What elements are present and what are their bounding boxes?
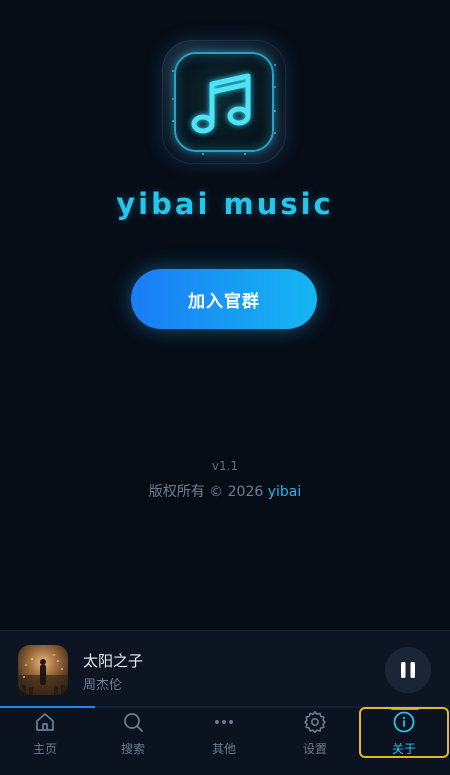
join-official-group-button[interactable]: 加入官群 xyxy=(131,269,317,329)
nav-label-settings: 设置 xyxy=(302,742,327,756)
app-logo xyxy=(162,40,286,164)
bottom-nav: 主页 搜索 其他 设置 关于 xyxy=(0,707,450,775)
gear-icon xyxy=(304,710,326,733)
album-cover[interactable] xyxy=(18,645,68,695)
nav-label-home: 主页 xyxy=(32,742,57,756)
app-title: yibai music xyxy=(116,187,334,221)
nav-item-home[interactable]: 主页 xyxy=(0,708,90,768)
more-icon xyxy=(215,720,233,724)
song-artist: 周杰伦 xyxy=(83,678,123,693)
logo-inner-frame xyxy=(174,52,274,152)
nav-item-other[interactable]: 其他 xyxy=(179,708,269,768)
info-icon xyxy=(393,711,415,733)
mini-player[interactable]: 太阳之子 周杰伦 xyxy=(0,630,450,709)
copyright-prefix: 版权所有 © 2026 xyxy=(148,484,264,500)
album-art-image xyxy=(18,654,68,695)
about-screen: yibai music 加入官群 v1.1 版权所有 © 2026 yibai xyxy=(0,0,450,775)
copyright-author-link[interactable]: yibai xyxy=(268,484,302,500)
music-note-icon xyxy=(191,73,251,134)
nav-item-search[interactable]: 搜索 xyxy=(88,708,178,768)
pause-button[interactable] xyxy=(385,647,431,693)
song-title[interactable]: 太阳之子 xyxy=(83,650,143,671)
nav-item-settings[interactable]: 设置 xyxy=(270,708,360,768)
nav-label-other: 其他 xyxy=(211,742,236,756)
nav-item-about[interactable]: 关于 xyxy=(359,707,449,758)
pause-icon xyxy=(401,662,415,678)
search-icon xyxy=(124,713,143,732)
home-icon xyxy=(36,713,54,731)
version-label: v1.1 xyxy=(211,459,239,473)
nav-label-about: 关于 xyxy=(391,742,416,756)
nav-label-search: 搜索 xyxy=(120,742,145,756)
copyright-text: 版权所有 © 2026 yibai xyxy=(0,481,450,501)
